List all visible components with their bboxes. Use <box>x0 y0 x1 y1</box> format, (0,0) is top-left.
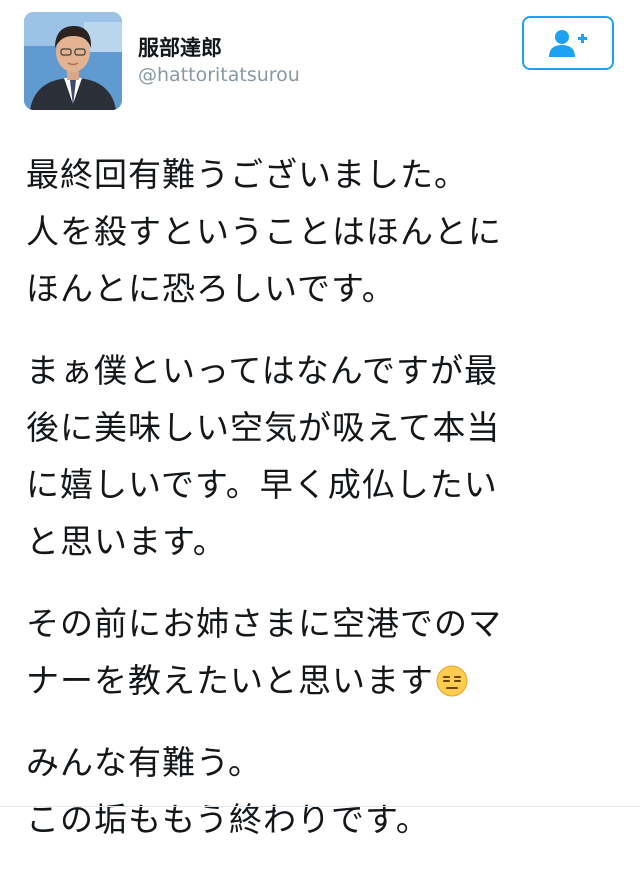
tweet-header: 服部達郎 @hattoritatsurou <box>0 0 640 120</box>
tweet-line: に嬉しいです。早く成仏したい <box>26 465 498 504</box>
expressionless-face-emoji-icon <box>436 657 468 714</box>
tweet-paragraph: 最終回有難うございました。 人を殺すということはほんとに ほんとに恐ろしいです。 <box>26 146 622 317</box>
tweet-line: みんな有難う。 <box>26 743 263 782</box>
tweet-paragraph: その前にお姉さまに空港でのマ ナーを教えたいと思います <box>26 595 622 709</box>
tweet-line: 最終回有難うございました。 <box>26 155 468 194</box>
user-handle[interactable]: @hattoritatsurou <box>138 64 300 86</box>
tweet-line-text: ナーを教えたいと思います <box>26 661 434 700</box>
tweet-line: ナーを教えたいと思います <box>26 652 622 709</box>
tweet-line: この垢ももう終わりです。 <box>26 800 430 839</box>
tweet-line: と思います。 <box>26 522 227 561</box>
display-name[interactable]: 服部達郎 <box>138 32 222 62</box>
follow-button[interactable] <box>522 16 614 70</box>
tweet-line: まぁ僕といってはなんですが最 <box>26 351 499 390</box>
tweet-line: ほんとに恐ろしいです。 <box>26 269 396 308</box>
tweet-line: 人を殺すということはほんとに <box>26 212 502 251</box>
add-user-icon <box>549 30 587 57</box>
tweet-text: 最終回有難うございました。 人を殺すということはほんとに ほんとに恐ろしいです。… <box>26 146 622 873</box>
tweet-paragraph: みんな有難う。 この垢ももう終わりです。 <box>26 734 622 848</box>
avatar[interactable] <box>24 12 122 110</box>
tweet-line: 後に美味しい空気が吸えて本当 <box>26 408 501 447</box>
divider <box>0 806 640 807</box>
tweet-line: その前にお姉さまに空港でのマ <box>26 604 502 643</box>
avatar-photo-icon <box>24 12 122 110</box>
tweet-paragraph: まぁ僕といってはなんですが最 後に美味しい空気が吸えて本当 に嬉しいです。早く成… <box>26 342 622 570</box>
